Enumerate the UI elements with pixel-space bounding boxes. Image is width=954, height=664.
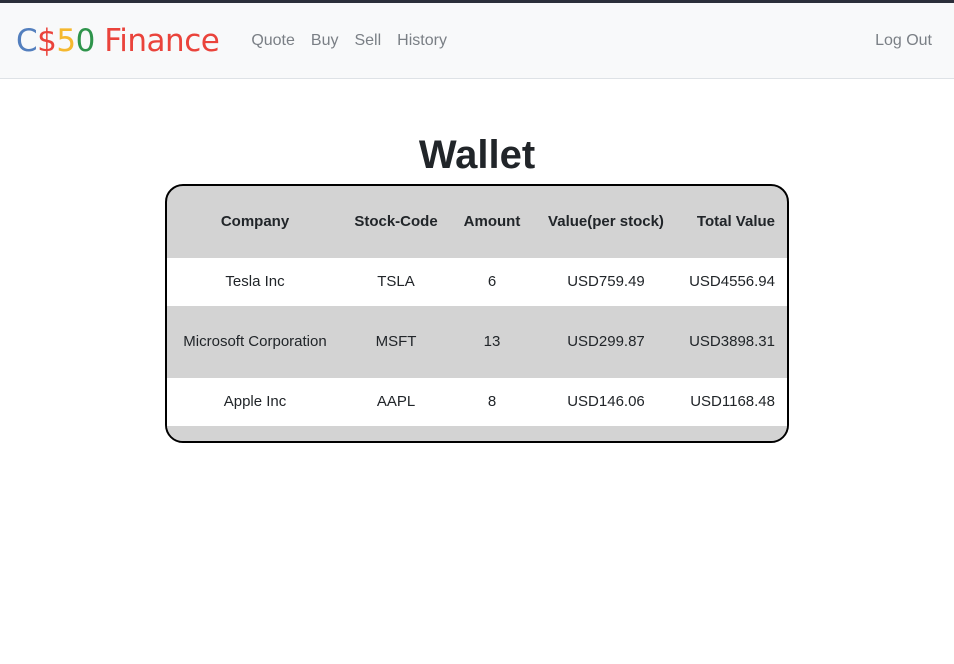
brand-zero: 0 bbox=[75, 22, 96, 59]
brand-letter-c: C bbox=[16, 22, 38, 59]
cell-stock-code: TSLA bbox=[377, 273, 415, 290]
cell-value: USD146.06 bbox=[567, 393, 645, 410]
nav-link-buy[interactable]: Buy bbox=[303, 32, 347, 50]
cell-total: USD1168.48 bbox=[690, 393, 775, 410]
logout-link[interactable]: Log Out bbox=[867, 32, 932, 49]
cell-value: USD299.87 bbox=[567, 333, 645, 350]
brand-five: 5 bbox=[56, 22, 76, 59]
page-title: Wallet bbox=[418, 133, 536, 177]
table-header-row: Company Stock-Code Amount Value(per stoc… bbox=[167, 186, 787, 258]
cell-stock-code: MSFT bbox=[375, 333, 417, 350]
cell-stock-code: AAPL bbox=[376, 393, 416, 410]
cell-company: Microsoft Corporation bbox=[183, 333, 327, 350]
nav-link-sell[interactable]: Sell bbox=[346, 32, 389, 50]
header-total-value: Total Value bbox=[696, 213, 775, 230]
header-amount: Amount bbox=[463, 213, 521, 230]
cell-amount: 8 bbox=[487, 393, 497, 410]
wallet-table: Company Stock-Code Amount Value(per stoc… bbox=[167, 186, 787, 426]
main-content: Wallet Company Stock-Code Amount Value(p… bbox=[0, 131, 954, 443]
table-row: Apple Inc AAPL 8 USD146.06 USD1168.48 bbox=[167, 378, 787, 426]
cell-company: Tesla Inc bbox=[225, 273, 285, 290]
cell-total: USD4556.94 bbox=[689, 273, 775, 290]
cell-amount: 6 bbox=[487, 273, 497, 290]
brand-finance: Finance bbox=[94, 22, 220, 59]
cell-company: Apple Inc bbox=[223, 393, 287, 410]
wallet-table-container: Company Stock-Code Amount Value(per stoc… bbox=[165, 184, 789, 443]
cell-value: USD759.49 bbox=[567, 273, 645, 290]
cell-total: USD3898.31 bbox=[689, 333, 775, 350]
header-company: Company bbox=[220, 213, 290, 230]
header-stock-code: Stock-Code bbox=[354, 213, 438, 230]
table-row: Tesla Inc TSLA 6 USD759.49 USD4556.94 bbox=[167, 258, 787, 306]
nav-link-history[interactable]: History bbox=[389, 32, 455, 50]
navbar: C$50 Finance Quote Buy Sell History Log … bbox=[0, 3, 954, 79]
nav-links: Quote Buy Sell History bbox=[243, 32, 455, 50]
nav-right: Log Out bbox=[867, 32, 932, 50]
brand-logo[interactable]: C$50 Finance bbox=[16, 22, 220, 59]
table-row: Microsoft Corporation MSFT 13 USD299.87 … bbox=[167, 306, 787, 378]
cell-amount: 13 bbox=[483, 333, 501, 350]
table-footer-strip bbox=[167, 426, 787, 441]
brand-dollar: $ bbox=[37, 22, 57, 59]
header-value-per-stock: Value(per stock) bbox=[548, 213, 664, 230]
nav-link-quote[interactable]: Quote bbox=[243, 32, 303, 50]
